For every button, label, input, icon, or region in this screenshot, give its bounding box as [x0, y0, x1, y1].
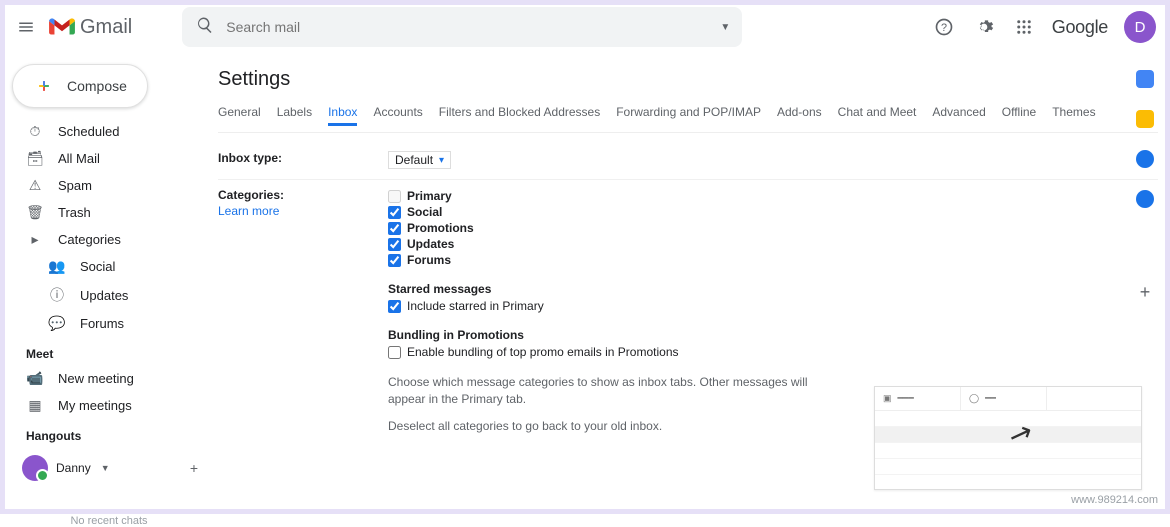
category-checkbox-updates[interactable]: Updates [388, 236, 808, 252]
main-panel: Settings General Labels Inbox Accounts Filte… [210, 54, 1170, 504]
inbox-type-label: Inbox type: [218, 151, 388, 165]
category-checkbox-primary: Primary [388, 188, 808, 204]
search-input[interactable] [226, 19, 728, 35]
no-recent-chats: No recent chats [8, 515, 210, 527]
page-title: Settings [218, 64, 1158, 105]
dropdown-arrow-icon: ▾ [439, 155, 444, 166]
tab-labels[interactable]: Labels [277, 105, 312, 126]
include-starred-label: Include starred in Primary [407, 299, 544, 313]
tab-filters-and-blocked-addresses[interactable]: Filters and Blocked Addresses [439, 105, 600, 126]
tab-themes[interactable]: Themes [1052, 105, 1095, 126]
settings-tabs: General Labels Inbox Accounts Filters and Bl… [218, 105, 1158, 133]
bundling-label: Enable bundling of top promo emails in P… [407, 345, 679, 359]
inbox-type-value: Default [395, 153, 433, 167]
get-addons-button[interactable]: + [1140, 282, 1151, 303]
category-checkbox-promotions[interactable]: Promotions [388, 220, 808, 236]
starred-heading: Starred messages [388, 282, 808, 296]
side-panel: + [1125, 58, 1165, 303]
inbox-preview-illustration: ▣━━━ ◯━━ ↗ [874, 386, 1142, 490]
tasks-addon-button[interactable] [1136, 150, 1154, 168]
categories-label: Categories: [218, 188, 284, 202]
preview-tab-social: ◯━━ [961, 387, 1047, 410]
watermark: www.989214.com [1071, 494, 1158, 506]
search-icon [196, 16, 214, 39]
inbox-type-row: Inbox type: Default ▾ [218, 143, 1158, 180]
search-bar[interactable]: ▼ [182, 7, 742, 47]
tab-inbox[interactable]: Inbox [328, 105, 357, 126]
tab-general[interactable]: General [218, 105, 261, 126]
category-label: Forums [407, 253, 451, 267]
category-label: Promotions [407, 221, 474, 235]
learn-more-link[interactable]: Learn more [218, 204, 388, 218]
tab-advanced[interactable]: Advanced [932, 105, 985, 126]
inbox-type-select[interactable]: Default ▾ [388, 151, 451, 169]
category-label: Updates [407, 237, 454, 251]
bundling-heading: Bundling in Promotions [388, 328, 808, 342]
tab-chat-and-meet[interactable]: Chat and Meet [838, 105, 917, 126]
hangouts-avatar [22, 455, 48, 481]
keep-addon-button[interactable] [1136, 110, 1154, 128]
calendar-addon-button[interactable] [1136, 70, 1154, 88]
category-label: Primary [407, 189, 452, 203]
categories-description-2: Deselect all categories to go back to yo… [388, 418, 808, 435]
tab-offline[interactable]: Offline [1002, 105, 1036, 126]
category-checkbox-forums[interactable]: Forums [388, 252, 808, 268]
tab-forwarding-and-pop-imap[interactable]: Forwarding and POP/IMAP [616, 105, 761, 126]
category-checkbox-social[interactable]: Social [388, 204, 808, 220]
tab-accounts[interactable]: Accounts [373, 105, 422, 126]
categories-description-1: Choose which message categories to show … [388, 374, 808, 408]
bundling-checkbox[interactable]: Enable bundling of top promo emails in P… [388, 344, 808, 360]
preview-tab-primary: ▣━━━ [875, 387, 961, 410]
category-label: Social [407, 205, 442, 219]
include-starred-checkbox[interactable]: Include starred in Primary [388, 298, 808, 314]
tab-add-ons[interactable]: Add-ons [777, 105, 822, 126]
search-options-button[interactable]: ▼ [720, 22, 730, 33]
contacts-addon-button[interactable] [1136, 190, 1154, 208]
